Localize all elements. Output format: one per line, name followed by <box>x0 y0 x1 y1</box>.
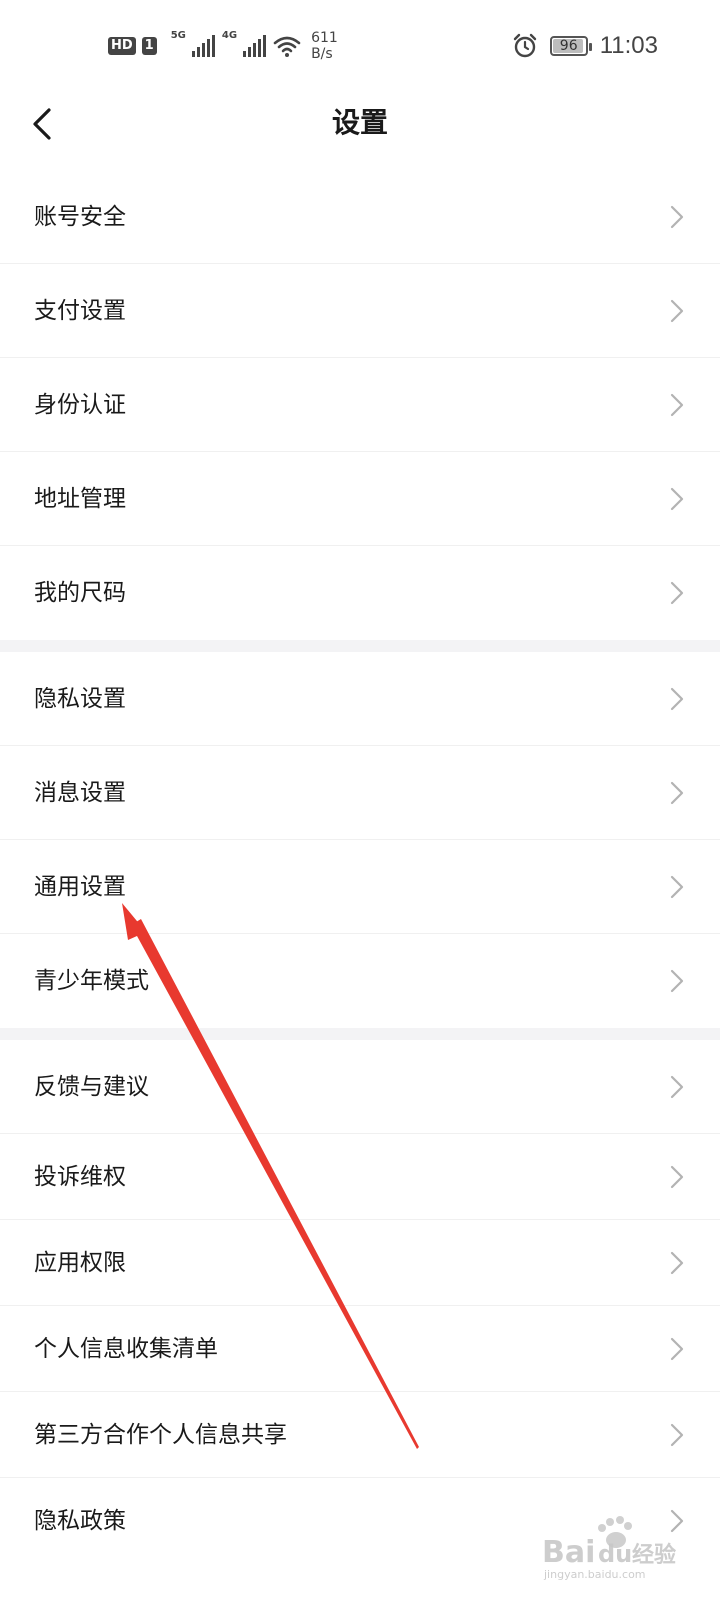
network-speed-unit: B/s <box>311 46 333 62</box>
settings-item-label: 个人信息收集清单 <box>34 1335 218 1362</box>
group-divider <box>0 640 720 652</box>
signal-icon <box>243 35 267 57</box>
network-speed: 611 B/s <box>311 30 338 62</box>
settings-item-label: 消息设置 <box>34 779 126 806</box>
settings-item-address[interactable]: 地址管理 <box>0 452 720 546</box>
chevron-right-icon <box>670 581 684 605</box>
settings-item-label: 身份认证 <box>34 391 126 418</box>
network-speed-value: 611 <box>311 30 338 46</box>
settings-group-legal: 反馈与建议 投诉维权 应用权限 个人信息收集清单 第三方合作个人信息共享 隐私政… <box>0 1040 720 1564</box>
settings-item-app-permissions[interactable]: 应用权限 <box>0 1220 720 1306</box>
status-bar-left: HD 1 5G 4G 611 B/s <box>108 28 338 64</box>
chevron-right-icon <box>670 1509 684 1533</box>
chevron-right-icon <box>670 1251 684 1274</box>
network-4g-label: 4G <box>221 30 238 41</box>
alarm-icon <box>513 33 536 58</box>
chevron-right-icon <box>670 1165 684 1188</box>
settings-item-label: 通用设置 <box>34 873 126 900</box>
status-bar: HD 1 5G 4G 611 B/s 96 11:03 <box>0 0 720 92</box>
settings-item-account-security[interactable]: 账号安全 <box>0 170 720 264</box>
nav-header: 设置 <box>0 92 720 164</box>
settings-item-payment[interactable]: 支付设置 <box>0 264 720 358</box>
settings-item-label: 支付设置 <box>34 297 126 324</box>
chevron-right-icon <box>670 687 684 710</box>
chevron-right-icon <box>670 1075 684 1098</box>
chevron-right-icon <box>670 393 684 416</box>
battery-level: 96 <box>559 38 578 54</box>
settings-item-messages[interactable]: 消息设置 <box>0 746 720 840</box>
status-bar-right: 96 11:03 <box>512 28 658 64</box>
settings-item-label: 地址管理 <box>34 485 126 512</box>
chevron-right-icon <box>670 875 684 898</box>
group-divider <box>0 1028 720 1040</box>
settings-item-complaints[interactable]: 投诉维权 <box>0 1134 720 1220</box>
chevron-right-icon <box>670 1423 684 1446</box>
settings-group-account: 账号安全 支付设置 身份认证 地址管理 我的尺码 <box>0 170 720 640</box>
settings-item-general[interactable]: 通用设置 <box>0 840 720 934</box>
settings-group-preferences: 隐私设置 消息设置 通用设置 青少年模式 <box>0 652 720 1028</box>
chevron-right-icon <box>670 299 684 322</box>
settings-item-size[interactable]: 我的尺码 <box>0 546 720 640</box>
page-title: 设置 <box>331 106 388 139</box>
settings-item-label: 账号安全 <box>34 203 126 230</box>
settings-item-feedback[interactable]: 反馈与建议 <box>0 1040 720 1134</box>
settings-item-label: 我的尺码 <box>34 580 126 606</box>
wifi-icon <box>273 36 301 57</box>
chevron-right-icon <box>670 205 684 228</box>
settings-item-privacy-policy[interactable]: 隐私政策 <box>0 1478 720 1564</box>
settings-item-third-party-sharing[interactable]: 第三方合作个人信息共享 <box>0 1392 720 1478</box>
hd-badge: HD <box>108 37 136 55</box>
settings-item-label: 反馈与建议 <box>34 1073 149 1100</box>
settings-item-label: 第三方合作个人信息共享 <box>34 1421 287 1448</box>
network-5g-label: 5G <box>170 30 186 41</box>
settings-item-youth-mode[interactable]: 青少年模式 <box>0 934 720 1028</box>
signal-icon <box>191 35 215 57</box>
settings-item-label: 应用权限 <box>34 1249 126 1276</box>
settings-item-label: 青少年模式 <box>34 968 149 994</box>
chevron-right-icon <box>670 1337 684 1360</box>
settings-item-label: 投诉维权 <box>34 1163 126 1190</box>
settings-item-identity[interactable]: 身份认证 <box>0 358 720 452</box>
settings-item-privacy[interactable]: 隐私设置 <box>0 652 720 746</box>
battery-tip <box>588 43 592 51</box>
chevron-right-icon <box>670 487 684 510</box>
settings-item-label: 隐私设置 <box>34 685 126 712</box>
chevron-right-icon <box>670 781 684 804</box>
settings-screen: HD 1 5G 4G 611 B/s 96 11:03 设置 账号安全 支付设置… <box>0 0 720 1600</box>
battery-icon: 96 <box>549 36 592 56</box>
watermark-url: jingyan.baidu.com <box>543 1568 646 1581</box>
settings-list: 账号安全 支付设置 身份认证 地址管理 我的尺码 隐私设置 消息设置 通用设置 … <box>0 170 720 1564</box>
sim-badge: 1 <box>141 37 157 55</box>
chevron-right-icon <box>670 969 684 993</box>
settings-item-label: 隐私政策 <box>34 1508 126 1534</box>
settings-item-personal-info-list[interactable]: 个人信息收集清单 <box>0 1306 720 1392</box>
status-time: 11:03 <box>599 32 658 59</box>
